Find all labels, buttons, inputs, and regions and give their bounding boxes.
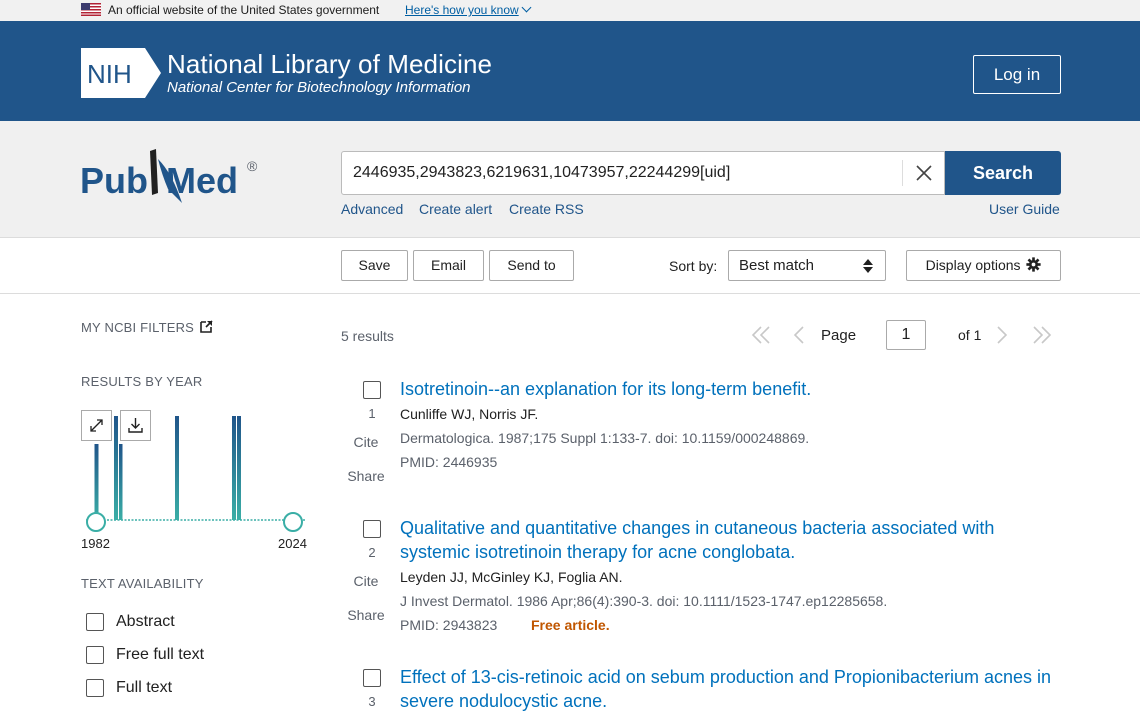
- pubmed-logo-med: Med: [166, 160, 238, 201]
- sort-by-select[interactable]: Best match: [728, 250, 886, 281]
- abstract-filter-label[interactable]: Abstract: [116, 613, 175, 631]
- search-button[interactable]: Search: [945, 151, 1061, 195]
- download-chart-button[interactable]: [120, 410, 151, 441]
- search-band: Pub Med ® Search Advanced Create alert C…: [0, 121, 1140, 238]
- registered-mark: ®: [247, 158, 258, 174]
- email-button[interactable]: Email: [413, 250, 484, 281]
- abstract-checkbox[interactable]: [86, 613, 104, 631]
- results-by-year-chart[interactable]: [81, 408, 311, 548]
- page-number-input[interactable]: 1: [886, 320, 926, 350]
- free-full-text-filter-label[interactable]: Free full text: [116, 646, 204, 664]
- result-1-cite-button[interactable]: Cite: [341, 434, 391, 450]
- display-options-button[interactable]: Display options: [906, 250, 1061, 281]
- nlm-title: National Library of Medicine: [167, 49, 493, 79]
- save-button[interactable]: Save: [341, 250, 408, 281]
- result-1-citation: Dermatologica. 1987;175 Suppl 1:133-7. d…: [400, 430, 810, 446]
- result-1-title-link[interactable]: Isotretinoin--an explanation for its lon…: [400, 377, 1060, 401]
- create-alert-link[interactable]: Create alert: [419, 201, 492, 217]
- result-1-checkbox[interactable]: [363, 381, 381, 399]
- expand-chart-button[interactable]: [81, 410, 112, 441]
- sort-by-value: Best match: [739, 257, 815, 274]
- year-range-start-label: 1982: [81, 536, 110, 551]
- result-1-share-button[interactable]: Share: [341, 468, 391, 484]
- display-options-label: Display options: [925, 257, 1021, 273]
- year-bar[interactable]: [232, 416, 236, 520]
- pubmed-logo[interactable]: Pub Med ®: [80, 145, 265, 211]
- gov-banner-text: An official website of the United States…: [108, 3, 380, 17]
- download-icon: [128, 418, 143, 433]
- result-2-checkbox[interactable]: [363, 520, 381, 538]
- result-2-title-link[interactable]: Qualitative and quantitative changes in …: [400, 516, 1060, 564]
- year-range-end-label: 2024: [278, 536, 307, 551]
- gear-icon: [1026, 257, 1042, 272]
- year-bar[interactable]: [119, 444, 123, 520]
- result-2-share-button[interactable]: Share: [341, 607, 391, 623]
- full-text-checkbox[interactable]: [86, 679, 104, 697]
- gov-banner: An official website of the United States…: [0, 0, 1140, 21]
- result-2-cite-button[interactable]: Cite: [341, 573, 391, 589]
- previous-page-icon[interactable]: [791, 320, 807, 350]
- next-page-icon[interactable]: [994, 320, 1010, 350]
- expand-icon: [90, 419, 103, 432]
- result-1-authors: Cunliffe WJ, Norris JF.: [400, 406, 539, 422]
- login-button[interactable]: Log in: [973, 55, 1061, 94]
- nih-header: NIH National Library of Medicine Nationa…: [0, 21, 1140, 121]
- year-range-end-handle[interactable]: [283, 512, 303, 532]
- result-3-checkbox[interactable]: [363, 669, 381, 687]
- year-bar[interactable]: [114, 416, 118, 520]
- search-input[interactable]: [342, 152, 902, 194]
- result-3-number: 3: [368, 694, 376, 709]
- close-icon: [916, 165, 932, 181]
- results-by-year-heading: RESULTS BY YEAR: [81, 374, 203, 389]
- clear-search-button[interactable]: [902, 160, 944, 186]
- year-bar[interactable]: [94, 444, 99, 520]
- full-text-filter-label[interactable]: Full text: [116, 679, 172, 697]
- my-ncbi-filters-heading[interactable]: MY NCBI FILTERS: [81, 320, 194, 335]
- sort-arrows-icon: [863, 259, 873, 273]
- us-flag-icon: [81, 3, 101, 16]
- page-total: of 1: [958, 327, 982, 343]
- search-box: [341, 151, 945, 195]
- pubmed-logo-pub: Pub: [80, 160, 148, 201]
- result-2-citation: J Invest Dermatol. 1986 Apr;86(4):390-3.…: [400, 593, 888, 609]
- send-to-button[interactable]: Send to: [489, 250, 574, 281]
- free-full-text-checkbox[interactable]: [86, 646, 104, 664]
- result-1-pmid: PMID: 2446935: [400, 454, 498, 470]
- advanced-link[interactable]: Advanced: [341, 201, 403, 217]
- nih-logo[interactable]: NIH: [81, 48, 161, 98]
- heres-how-you-know-label: Here's how you know: [405, 3, 519, 17]
- year-range-start-handle[interactable]: [86, 512, 106, 532]
- year-bar[interactable]: [175, 416, 179, 520]
- year-bar[interactable]: [237, 416, 241, 520]
- results-toolbar: Save Email Send to Sort by: Best match D…: [0, 238, 1140, 294]
- user-guide-link[interactable]: User Guide: [989, 201, 1060, 217]
- results-count: 5 results: [341, 328, 394, 344]
- first-page-icon[interactable]: [750, 320, 772, 350]
- external-link-icon[interactable]: [200, 320, 213, 333]
- result-2-pmid: PMID: 2943823: [400, 617, 498, 633]
- result-2-authors: Leyden JJ, McGinley KJ, Foglia AN.: [400, 569, 623, 585]
- result-2-free-article-badge: Free article.: [531, 617, 610, 633]
- page-label: Page: [821, 327, 857, 344]
- text-availability-heading: TEXT AVAILABILITY: [81, 576, 204, 591]
- heres-how-you-know-link[interactable]: Here's how you know: [405, 2, 532, 17]
- nih-logo-text: NIH: [87, 59, 132, 89]
- last-page-icon[interactable]: [1031, 320, 1053, 350]
- result-1-number: 1: [368, 406, 376, 421]
- nlm-subtitle: National Center for Biotechnology Inform…: [167, 79, 471, 96]
- create-rss-link[interactable]: Create RSS: [509, 201, 584, 217]
- chevron-down-icon: [521, 2, 532, 13]
- sort-by-label: Sort by:: [669, 258, 718, 274]
- result-3-title-link[interactable]: Effect of 13-cis-retinoic acid on sebum …: [400, 665, 1060, 713]
- result-2-number: 2: [368, 545, 376, 560]
